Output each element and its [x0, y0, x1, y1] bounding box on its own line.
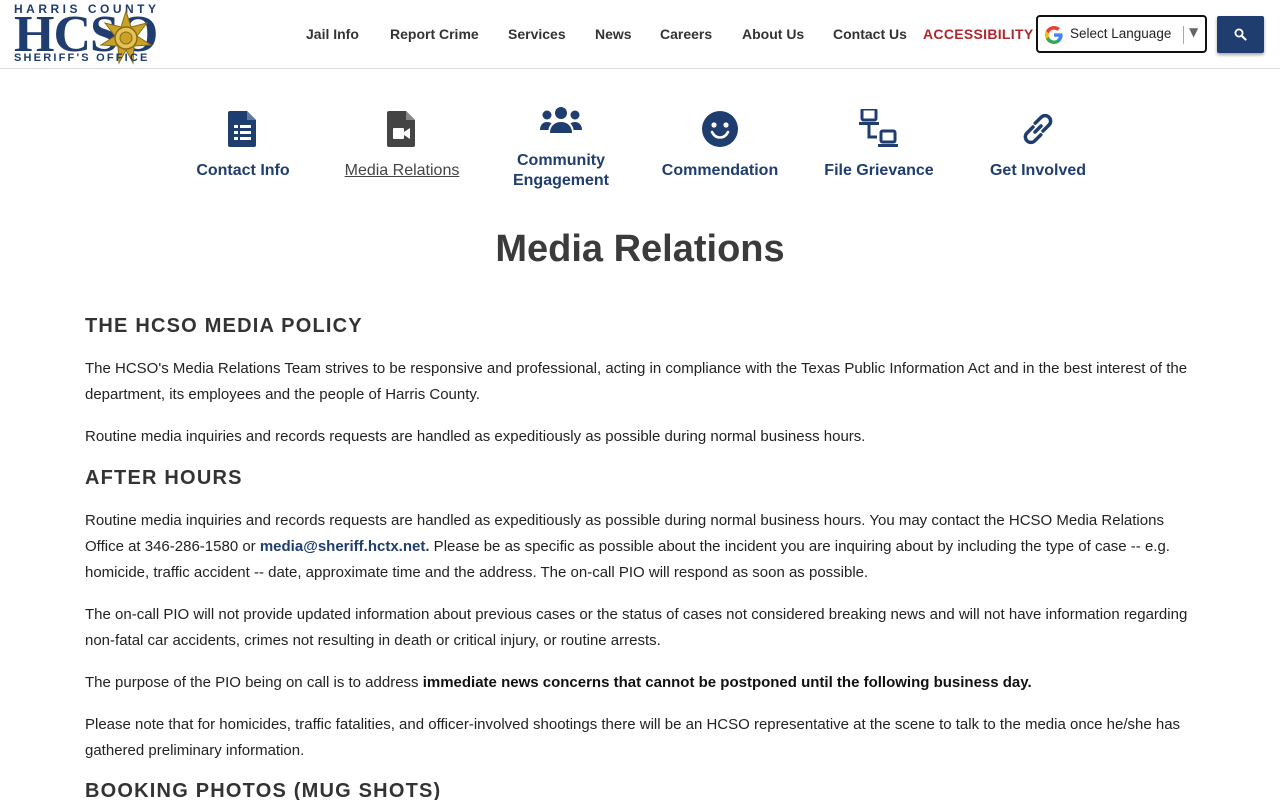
nav-report-crime[interactable]: Report Crime — [390, 25, 479, 43]
video-file-icon — [387, 111, 415, 147]
section-heading-booking-photos: BOOKING PHOTOS (MUG SHOTS) — [85, 780, 442, 800]
after-hours-paragraph-2: The on-call PIO will not provide updated… — [85, 606, 1188, 649]
policy-paragraph-2: Routine media inquiries and records requ… — [85, 428, 866, 445]
logo-bottom-text: SHERIFF'S OFFICE — [14, 52, 150, 64]
quick-link-file-grievance[interactable]: File Grievance — [809, 100, 949, 179]
quick-link-label: Community Engagement — [512, 152, 609, 189]
network-icon — [859, 109, 898, 147]
quick-link-get-involved[interactable]: Get Involved — [968, 100, 1108, 179]
smile-icon — [702, 111, 738, 147]
policy-paragraph-1: The HCSO's Media Relations Team strives … — [85, 360, 1188, 403]
quick-link-commendation[interactable]: Commendation — [650, 100, 790, 179]
nav-careers[interactable]: Careers — [660, 25, 712, 43]
quick-link-media-relations[interactable]: Media Relations — [332, 100, 472, 179]
nav-accessibility[interactable]: ACCESSIBILITY — [923, 25, 1033, 43]
paragraph-emphasis: immediate news concerns that cannot be p… — [422, 674, 1032, 691]
nav-contact-us[interactable]: Contact Us — [833, 25, 907, 43]
dropdown-arrow-icon: ▼ — [1189, 25, 1199, 39]
language-label: Select Language — [1070, 26, 1172, 41]
after-hours-paragraph-3: The purpose of the PIO being on call is … — [85, 670, 1197, 696]
quick-link-label: File Grievance — [824, 162, 934, 179]
site-header: HARRIS COUNTY HCSO SHERIFF'S OFFICE Jail… — [0, 0, 1280, 69]
search-button[interactable] — [1217, 16, 1264, 53]
after-hours-paragraph-1: Routine media inquiries and records requ… — [85, 508, 1197, 586]
nav-jail-info[interactable]: Jail Info — [306, 25, 359, 43]
google-icon — [1045, 26, 1063, 44]
page-title: Media Relations — [495, 228, 785, 270]
nav-services[interactable]: Services — [508, 25, 566, 43]
section-heading-after-hours: AFTER HOURS — [85, 467, 243, 489]
nav-news[interactable]: News — [595, 25, 632, 43]
quick-link-label: Media Relations — [344, 162, 460, 179]
hcso-logo[interactable]: HARRIS COUNTY HCSO SHERIFF'S OFFICE — [14, 3, 210, 65]
quick-link-contact-info[interactable]: Contact Info — [173, 100, 313, 179]
quick-link-label: Contact Info — [196, 162, 290, 179]
quick-link-community-engagement[interactable]: Community Engagement — [491, 100, 631, 189]
search-icon — [1234, 28, 1247, 41]
quick-link-label: Get Involved — [989, 162, 1087, 179]
language-divider — [1183, 26, 1184, 44]
users-icon — [540, 107, 582, 133]
quick-link-label: Commendation — [661, 162, 779, 179]
nav-about-us[interactable]: About Us — [742, 25, 804, 43]
media-email-link[interactable]: media@sheriff.hctx.net. — [260, 538, 430, 555]
after-hours-paragraph-4: Please note that for homicides, traffic … — [85, 716, 1181, 759]
document-list-icon — [228, 111, 256, 147]
paragraph-text: The purpose of the PIO being on call is … — [85, 674, 423, 691]
language-selector[interactable]: Select Language ▼ — [1036, 15, 1207, 53]
section-heading-media-policy: THE HCSO MEDIA POLICY — [85, 315, 363, 337]
link-icon — [1023, 113, 1053, 145]
